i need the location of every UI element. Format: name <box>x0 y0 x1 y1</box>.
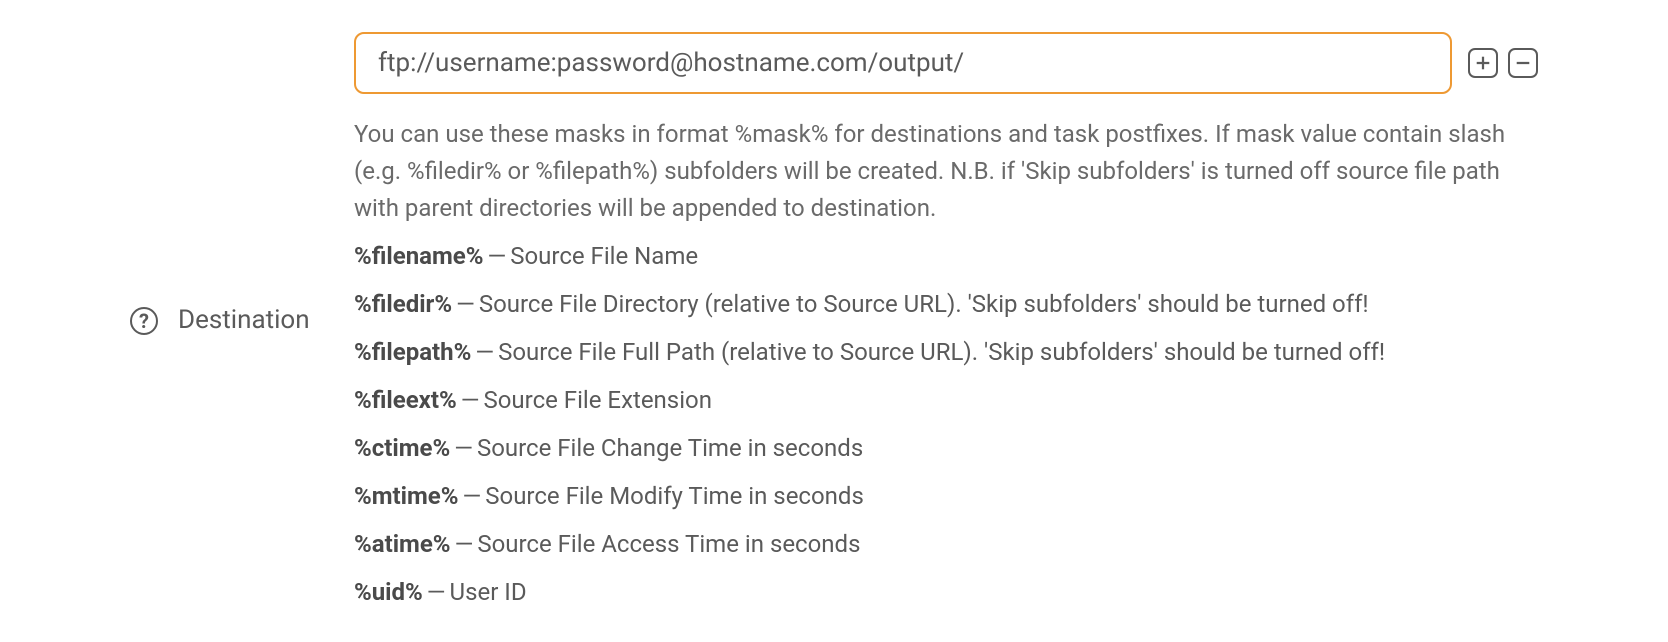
destination-field-row: ? Destination You can use these m <box>0 0 1668 642</box>
mask-desc: User ID <box>450 578 527 606</box>
mask-item: %filename%—Source File Name <box>354 238 1538 274</box>
mask-item: %uid%—User ID <box>354 574 1538 610</box>
remove-button[interactable] <box>1508 48 1538 78</box>
content-column: You can use these masks in format %mask%… <box>354 32 1538 610</box>
mask-item: %mtime%—Source File Modify Time in secon… <box>354 478 1538 514</box>
input-row <box>354 32 1538 94</box>
mask-desc: Source File Change Time in seconds <box>477 434 863 462</box>
mask-name: %ctime% <box>354 434 450 462</box>
mask-name: %filename% <box>354 242 483 270</box>
mask-name: %atime% <box>354 530 451 558</box>
help-text: You can use these masks in format %mask%… <box>354 116 1538 228</box>
mask-list: %filename%—Source File Name %filedir%—So… <box>354 238 1538 610</box>
input-action-buttons <box>1468 48 1538 78</box>
mask-desc: Source File Directory (relative to Sourc… <box>479 290 1369 318</box>
help-icon[interactable]: ? <box>130 307 158 335</box>
destination-input[interactable] <box>354 32 1452 94</box>
mask-desc: Source File Full Path (relative to Sourc… <box>498 338 1385 366</box>
mask-desc: Source File Access Time in seconds <box>477 530 860 558</box>
mask-item: %atime%—Source File Access Time in secon… <box>354 526 1538 562</box>
mask-item: %filedir%—Source File Directory (relativ… <box>354 286 1538 322</box>
mask-name: %mtime% <box>354 482 459 510</box>
mask-name: %uid% <box>354 578 423 606</box>
mask-item: %ctime%—Source File Change Time in secon… <box>354 430 1538 466</box>
mask-name: %filedir% <box>354 290 452 318</box>
add-button[interactable] <box>1468 48 1498 78</box>
mask-name: %fileext% <box>354 386 457 414</box>
plus-icon <box>1474 54 1492 72</box>
mask-item: %fileext%—Source File Extension <box>354 382 1538 418</box>
mask-desc: Source File Modify Time in seconds <box>485 482 864 510</box>
label-column: ? Destination <box>130 301 330 340</box>
mask-item: %filepath%—Source File Full Path (relati… <box>354 334 1538 370</box>
mask-desc: Source File Extension <box>483 386 711 414</box>
field-label: Destination <box>178 301 310 340</box>
minus-icon <box>1514 54 1532 72</box>
mask-name: %filepath% <box>354 338 471 366</box>
mask-desc: Source File Name <box>510 242 698 270</box>
